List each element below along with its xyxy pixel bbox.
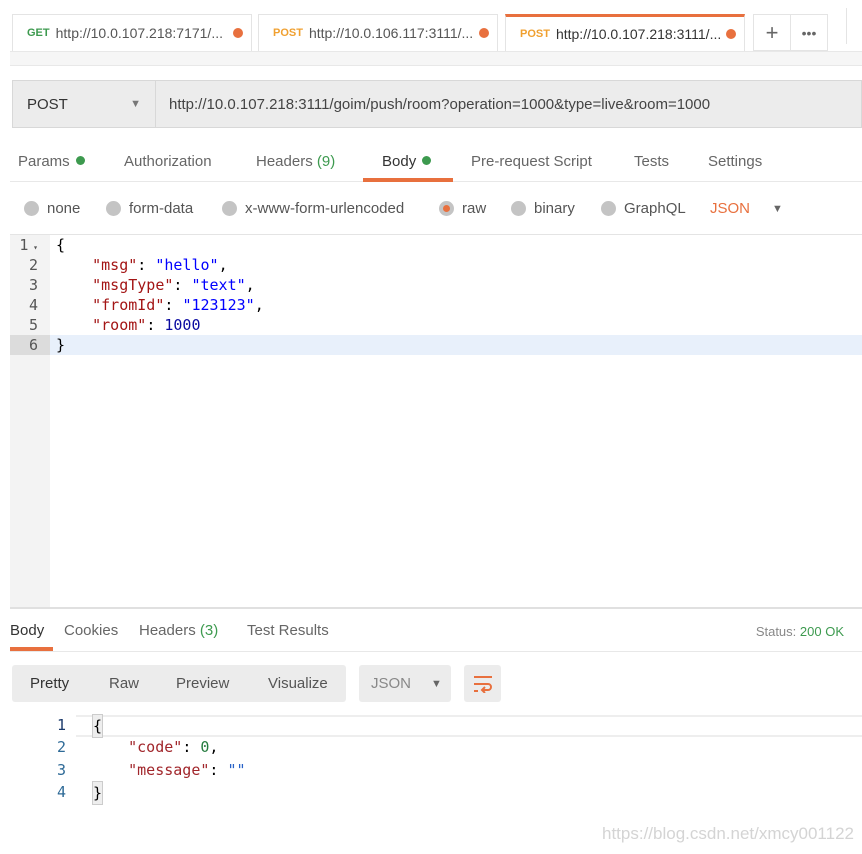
view-pretty-button[interactable]: Pretty xyxy=(30,675,69,692)
new-tab-button[interactable]: + xyxy=(753,14,791,51)
body-option-binary[interactable]: binary xyxy=(511,200,575,217)
view-raw-button[interactable]: Raw xyxy=(109,675,139,692)
format-value: JSON xyxy=(371,675,412,692)
body-format-select[interactable]: JSON ▼ xyxy=(710,200,783,217)
format-value: JSON xyxy=(710,200,751,217)
tab-label: Params xyxy=(18,153,70,170)
wrap-icon xyxy=(473,675,492,693)
unsaved-dot-icon xyxy=(726,29,736,39)
view-preview-button[interactable]: Preview xyxy=(176,675,229,692)
option-label: form-data xyxy=(129,200,194,217)
method-select[interactable]: POST ▼ xyxy=(13,81,156,127)
body-option-none[interactable]: none xyxy=(24,200,80,217)
code-line: 3 "message": "" xyxy=(56,761,246,779)
code-line: 2 "code": 0, xyxy=(56,738,219,756)
more-icon: ••• xyxy=(801,24,817,41)
tab-url: http://10.0.107.218:7171/... xyxy=(55,25,223,41)
code-line: 1{ xyxy=(10,714,862,738)
code-line: 1 ▾{ xyxy=(19,236,66,254)
response-tab-test-results[interactable]: Test Results xyxy=(247,622,329,639)
radio-icon xyxy=(222,201,237,216)
code-line: 5 "room": 1000 xyxy=(28,316,201,334)
body-option-form-data[interactable]: form-data xyxy=(106,200,193,217)
radio-icon xyxy=(601,201,616,216)
request-tab-1[interactable]: GET http://10.0.107.218:7171/... xyxy=(12,14,252,51)
tab-url: http://10.0.106.117:3111/... xyxy=(308,25,474,41)
response-tab-body[interactable]: Body xyxy=(10,622,44,639)
chevron-down-icon: ▼ xyxy=(772,202,783,215)
wrap-lines-button[interactable] xyxy=(464,665,501,702)
status-value: 200 OK xyxy=(799,624,844,639)
tab-pre-request-script[interactable]: Pre-request Script xyxy=(471,153,592,170)
option-label: raw xyxy=(462,200,487,217)
url-input[interactable]: http://10.0.107.218:3111/goim/push/room?… xyxy=(156,96,710,113)
response-tab-headers[interactable]: Headers (3) xyxy=(139,622,218,639)
tab-authorization[interactable]: Authorization xyxy=(124,153,212,170)
radio-icon xyxy=(511,201,526,216)
option-label: binary xyxy=(534,200,575,217)
unsaved-dot-icon xyxy=(233,28,243,38)
method-value: POST xyxy=(27,95,68,113)
view-mode-group: Pretty Raw Preview Visualize xyxy=(12,665,346,702)
code-line: 4} xyxy=(10,781,862,805)
body-option-raw[interactable]: raw xyxy=(439,200,486,217)
chevron-down-icon: ▼ xyxy=(130,98,141,110)
request-tab-3[interactable]: POST http://10.0.107.218:3111/... xyxy=(505,14,745,51)
response-tab-cookies[interactable]: Cookies xyxy=(64,622,118,639)
tab-headers[interactable]: Headers (9) xyxy=(256,153,335,170)
active-tab-underline xyxy=(363,178,453,182)
view-visualize-button[interactable]: Visualize xyxy=(268,675,328,692)
radio-icon xyxy=(106,201,121,216)
tab-label: Body xyxy=(382,153,417,170)
response-format-select[interactable]: JSON ▼ xyxy=(359,665,451,702)
response-tabs: Body Cookies Headers (3) Test Results St… xyxy=(10,618,862,652)
request-tabs: Params Authorization Headers (9) Body Pr… xyxy=(10,145,862,182)
headers-count: (9) xyxy=(316,153,336,170)
tab-settings[interactable]: Settings xyxy=(708,153,762,170)
radio-icon xyxy=(24,201,39,216)
code-line: 2 "msg": "hello", xyxy=(28,256,228,274)
watermark: https://blog.csdn.net/xmcy001122 xyxy=(601,824,854,843)
tab-params[interactable]: Params xyxy=(18,153,85,170)
option-label: none xyxy=(47,200,81,217)
tab-tests[interactable]: Tests xyxy=(634,153,669,170)
headers-count: (3) xyxy=(199,622,219,639)
body-option-urlencoded[interactable]: x-www-form-urlencoded xyxy=(222,200,404,217)
more-tabs-button[interactable]: ••• xyxy=(790,14,828,51)
chevron-down-icon: ▼ xyxy=(431,677,442,690)
option-label: x-www-form-urlencoded xyxy=(245,200,405,217)
tab-method: GET xyxy=(27,27,50,39)
tab-label: Headers xyxy=(256,153,313,170)
response-status: Status: 200 OK xyxy=(755,624,844,639)
plus-icon: + xyxy=(765,19,779,45)
code-line-active: 6} xyxy=(10,335,862,355)
tab-url: http://10.0.107.218:3111/... xyxy=(555,26,722,42)
tab-method: POST xyxy=(520,28,550,40)
url-bar: POST ▼ http://10.0.107.218:3111/goim/push… xyxy=(12,80,862,128)
response-body-viewer[interactable]: 1{ 2 "code": 0, 3 "message": "" 4} xyxy=(10,714,862,814)
divider xyxy=(846,8,862,44)
active-tab-underline xyxy=(10,647,53,651)
radio-selected-icon xyxy=(439,201,454,216)
option-label: GraphQL xyxy=(624,200,686,217)
tab-label: Headers xyxy=(139,622,196,639)
unsaved-dot-icon xyxy=(479,28,489,38)
request-body-editor[interactable]: 1 ▾{ 2 "msg": "hello", 3 "msgType": "tex… xyxy=(10,234,862,609)
active-dot-icon xyxy=(422,156,432,165)
request-tab-2[interactable]: POST http://10.0.106.117:3111/... xyxy=(258,14,498,51)
tab-method: POST xyxy=(273,27,303,39)
body-option-graphql[interactable]: GraphQL xyxy=(601,200,686,217)
code-line: 3 "msgType": "text", xyxy=(28,276,255,294)
code-line: 4 "fromId": "123123", xyxy=(28,296,264,314)
tab-body[interactable]: Body xyxy=(382,153,432,170)
tab-strip-band xyxy=(10,51,862,66)
active-dot-icon xyxy=(75,156,85,165)
